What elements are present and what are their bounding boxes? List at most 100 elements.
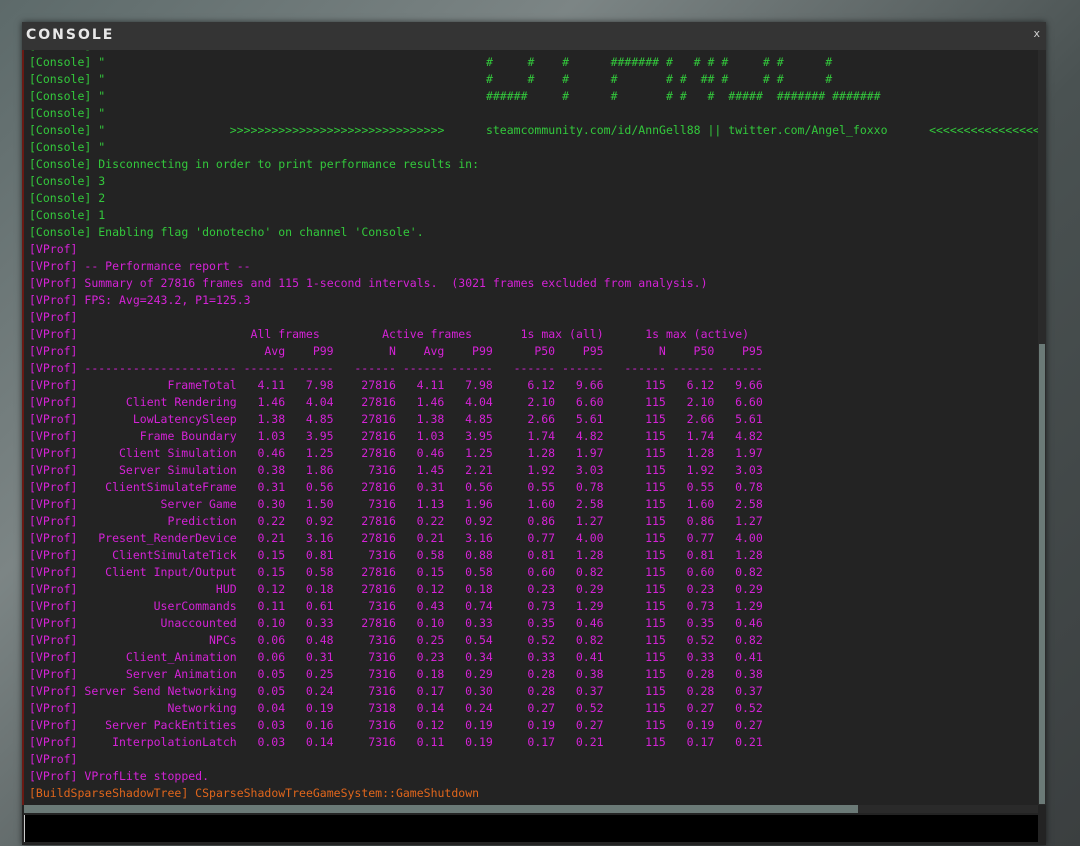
- log-channel-prefix: [VProf]: [29, 344, 78, 358]
- row-name: Server Animation: [125, 667, 237, 681]
- log-message: -- Performance report --: [77, 259, 251, 273]
- group-label: 1s max (active): [645, 327, 750, 341]
- table-cell: 27816: [361, 412, 396, 426]
- horizontal-scrollbar[interactable]: [24, 805, 1038, 813]
- table-cell: 1.60: [686, 497, 715, 511]
- table-cell: 115: [645, 412, 666, 426]
- table-cell: 0.23: [416, 650, 445, 664]
- table-cell: 6.12: [527, 378, 556, 392]
- table-cell: 7.98: [305, 378, 334, 392]
- table-cell: 0.82: [575, 633, 604, 647]
- table-row: [VProf] ClientSimulateTick 0.15 0.81 7316 0.5…: [29, 547, 763, 564]
- table-cell: 0.35: [527, 616, 556, 630]
- log-line: [VProf]: [29, 309, 763, 326]
- table-cell: 0.82: [735, 565, 763, 579]
- table-cell: 115: [645, 548, 666, 562]
- horizontal-scrollbar-thumb[interactable]: [24, 805, 858, 813]
- table-cell: 0.35: [686, 616, 715, 630]
- group-label: Active frames: [382, 327, 473, 341]
- table-cell: ------: [721, 361, 763, 375]
- log-message: CSparseShadowTreeGameSystem::GameShutdow…: [188, 786, 480, 800]
- table-cell: 0.55: [686, 480, 715, 494]
- table-row: [VProf] Server Simulation 0.38 1.86 7316 1.45…: [29, 462, 763, 479]
- table-cell: 4.00: [575, 531, 604, 545]
- table-cell: 115: [645, 650, 666, 664]
- log-message: ": [91, 50, 105, 52]
- table-cell: 27816: [361, 446, 396, 460]
- vertical-scrollbar-thumb[interactable]: [1039, 344, 1045, 804]
- table-cell: 0.03: [257, 735, 286, 749]
- table-cell: 27816: [361, 531, 396, 545]
- table-cell: 1.38: [416, 412, 445, 426]
- log-line: [VProf] FPS: Avg=243.2, P1=125.3: [29, 292, 763, 309]
- row-name: HUD: [215, 582, 237, 596]
- log-channel-prefix: [VProf]: [29, 769, 78, 783]
- table-cell: P95: [582, 344, 604, 358]
- table-cell: 0.52: [735, 701, 763, 715]
- table-cell: 0.15: [416, 565, 445, 579]
- table-cell: 0.48: [305, 633, 334, 647]
- table-cell: N: [388, 344, 396, 358]
- table-cell: 0.55: [527, 480, 556, 494]
- table-cell: 5.61: [575, 412, 604, 426]
- table-cell: 3.95: [465, 429, 493, 443]
- table-cell: 3.03: [575, 463, 604, 477]
- table-cell: 27816: [361, 582, 396, 596]
- table-cell: 7316: [368, 735, 396, 749]
- log-line: [Console] " >>>>>>>>>>>>>>>>>>>>>>>>>>>>>…: [29, 122, 1038, 139]
- log-channel-prefix: [VProf]: [29, 531, 78, 545]
- log-channel-prefix: [VProf]: [29, 718, 78, 732]
- table-cell: 0.15: [257, 548, 286, 562]
- table-cell: 0.10: [257, 616, 286, 630]
- log-channel-prefix: [VProf]: [29, 463, 78, 477]
- table-cell: P95: [741, 344, 763, 358]
- table-cell: 0.82: [735, 633, 763, 647]
- table-cell: 1.96: [465, 497, 493, 511]
- table-cell: ------: [243, 361, 286, 375]
- row-name: Client Rendering: [125, 395, 237, 409]
- row-name: Server Simulation: [119, 463, 237, 477]
- table-cell: 1.97: [735, 446, 763, 460]
- table-row: [VProf] Server Animation 0.05 0.25 7316 0.18 0…: [29, 666, 763, 683]
- table-cell: 1.28: [575, 548, 604, 562]
- table-cell: 1.74: [527, 429, 556, 443]
- table-row: [VProf] Server Send Networking 0.05 0.24 731…: [29, 683, 763, 700]
- table-cell: 115: [645, 565, 666, 579]
- close-button[interactable]: x: [1033, 27, 1040, 40]
- log-channel-prefix: [Console]: [29, 123, 92, 137]
- console-command-input[interactable]: [24, 815, 1038, 842]
- table-cell: 5.61: [735, 412, 763, 426]
- table-cell: 7.98: [465, 378, 493, 392]
- title-bar[interactable]: CONSOLE x: [22, 22, 1046, 50]
- ascii-art: steamcommunity.com/id/AnnGell88 || twitt…: [485, 123, 888, 137]
- table-cell: 7316: [368, 599, 396, 613]
- table-cell: 0.06: [257, 650, 286, 664]
- table-cell: 7316: [368, 684, 396, 698]
- table-cell: 0.78: [735, 480, 763, 494]
- log-channel-prefix: [Console]: [29, 55, 92, 69]
- table-cell: 1.03: [257, 429, 286, 443]
- table-cell: 0.31: [416, 480, 445, 494]
- table-row: [VProf] HUD 0.12 0.18 27816 0.12 0.18 0.23 0.29 1…: [29, 581, 763, 598]
- table-cell: 1.25: [465, 446, 493, 460]
- table-cell: 7318: [368, 701, 396, 715]
- table-cell: 0.56: [305, 480, 334, 494]
- table-cell: 0.24: [305, 684, 334, 698]
- table-cell: 7316: [368, 463, 396, 477]
- table-cell: 0.33: [465, 616, 493, 630]
- row-name: LowLatencySleep: [132, 412, 237, 426]
- table-cell: 4.82: [735, 429, 763, 443]
- table-cell: 0.73: [527, 599, 556, 613]
- log-message: ": [91, 89, 106, 103]
- log-message: 2: [91, 191, 106, 205]
- table-cell: 0.28: [686, 684, 715, 698]
- table-cell: 115: [645, 480, 666, 494]
- vertical-scrollbar[interactable]: [1038, 50, 1046, 805]
- log-channel-prefix: [Console]: [29, 157, 92, 171]
- table-row: [VProf] InterpolationLatch 0.03 0.14 7316 0.1…: [29, 734, 763, 751]
- table-cell: 4.85: [305, 412, 334, 426]
- log-channel-prefix: [VProf]: [29, 310, 78, 324]
- log-channel-prefix: [VProf]: [29, 667, 78, 681]
- log-line: [Console] ": [29, 105, 763, 122]
- log-channel-prefix: [VProf]: [29, 599, 78, 613]
